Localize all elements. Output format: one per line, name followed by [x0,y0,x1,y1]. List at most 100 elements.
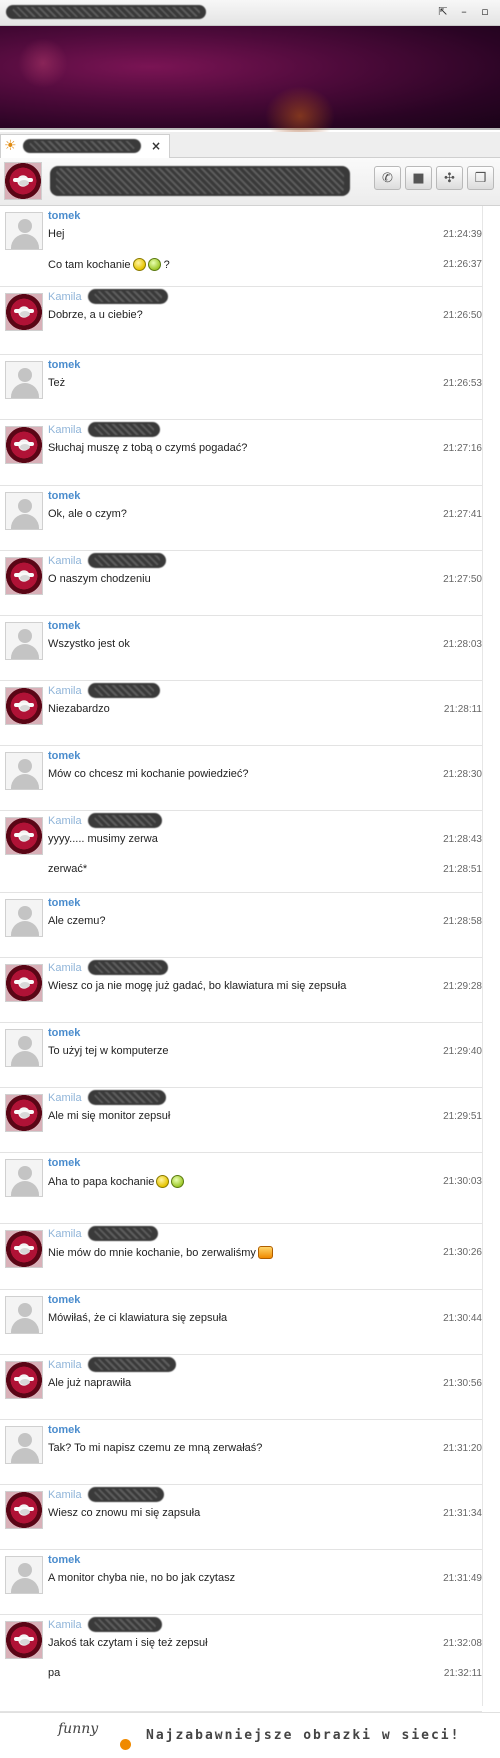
sender-name: tomek [48,620,81,632]
exclamation-emoticon-icon [257,1246,273,1259]
message-timestamp: 21:28:03 [443,639,482,650]
kamila-avatar[interactable] [5,1361,43,1399]
tomek-avatar[interactable] [5,622,43,660]
status-sun-icon: ☀ [4,138,17,154]
tomek-avatar[interactable] [5,492,43,530]
redacted-surname [88,813,162,828]
tomek-avatar[interactable] [5,1159,43,1197]
kamila-avatar[interactable] [5,1491,43,1529]
scrollbar-track[interactable] [482,206,500,1706]
message-timestamp: 21:29:28 [443,981,482,992]
sender-name: tomek [48,1294,81,1306]
sender-name: tomek [48,359,81,371]
kamila-avatar[interactable] [5,426,43,464]
message-group: tomek Ale czemu? 21:28:58 [0,893,482,958]
sender-name: Kamila [48,1489,82,1501]
message-timestamp: 21:31:20 [443,1443,482,1454]
sender-name: Kamila [48,1359,82,1371]
tab-close-button[interactable]: × [151,139,161,153]
close-window-button[interactable]: ▫ [478,5,492,19]
redacted-surname [88,1357,176,1372]
message-timestamp: 21:27:50 [443,574,482,585]
gift-button[interactable]: ❒ [467,166,494,190]
message-group: tomek Aha to papa kochanie 21:30:03 [0,1153,482,1224]
kamila-avatar[interactable] [5,557,43,595]
message-group: tomek Mów co chcesz mi kochanie powiedzie… [0,746,482,811]
message-text: Nie mów do mnie kochanie, bo zerwaliśmy [48,1246,273,1259]
tomek-avatar[interactable] [5,1029,43,1067]
message-text: Aha to papa kochanie [48,1175,185,1188]
redacted-surname [88,960,168,975]
tab-conversation[interactable]: ☀ × [0,134,170,158]
kamila-avatar[interactable] [5,817,43,855]
redacted-surname [88,1090,166,1105]
sender-name: tomek [48,1027,81,1039]
sender-name: tomek [48,1424,81,1436]
restore-icon[interactable]: ⇱ [436,5,450,19]
message-timestamp: 21:24:39 [443,229,482,240]
tomek-avatar[interactable] [5,1426,43,1464]
tomek-avatar[interactable] [5,1296,43,1334]
message-text: To użyj tej w komputerze [48,1045,169,1057]
message-group: tomek A monitor chyba nie, no bo jak czyt… [0,1550,482,1615]
redacted-surname [88,1226,158,1241]
message-timestamp: 21:30:26 [443,1247,482,1258]
message-timestamp: 21:30:56 [443,1378,482,1389]
message-text: Ok, ale o czym? [48,508,127,520]
message-text: Co tam kochanie ? [48,258,170,271]
contact-actions: ✆ ■ ✣ ❒ [374,166,494,190]
message-text: Ale czemu? [48,915,106,927]
message-timestamp: 21:32:08 [443,1638,482,1649]
kamila-avatar[interactable] [5,964,43,1002]
gift-icon: ❒ [474,170,487,186]
message-group: Kamila Wiesz co znowu mi się zapsuła 21:31… [0,1485,482,1550]
kamila-avatar[interactable] [5,1094,43,1132]
minimize-button[interactable]: – [457,5,471,19]
tomek-avatar[interactable] [5,1556,43,1594]
message-group: tomek To użyj tej w komputerze 21:29:40 [0,1023,482,1088]
message-timestamp: 21:28:11 [443,704,482,715]
message-text: Mówiłaś, że ci klawiatura się zepsuła [48,1312,228,1324]
redacted-surname [88,1487,164,1502]
tomek-avatar[interactable] [5,899,43,937]
message-text: Tak? To mi napisz czemu ze mną zerwałaś? [48,1442,263,1454]
sender-name: Kamila [48,555,82,567]
game-button[interactable]: ✣ [436,166,463,190]
message-group: Kamila Ale mi się monitor zepsuł 21:29:51 [0,1088,482,1153]
phone-button[interactable]: ✆ [374,166,401,190]
sender-name: Kamila [48,685,82,697]
message-text: Jakoś tak czytam i się też zepsuł [48,1637,208,1649]
smiley-emoticon-icon [147,258,161,271]
message-group: tomek Mówiłaś, że ci klawiatura się zepsu… [0,1290,482,1355]
kamila-avatar[interactable] [5,293,43,331]
tomek-avatar[interactable] [5,752,43,790]
message-timestamp: 21:28:43 [443,834,482,845]
sender-name: Kamila [48,291,82,303]
tomek-avatar[interactable] [5,361,43,399]
message-text: A monitor chyba nie, no bo jak czytasz [48,1572,236,1584]
message-text: zerwać* [48,863,88,875]
message-timestamp: 21:26:50 [443,310,482,321]
window-controls: ⇱ – ▫ [436,5,492,19]
redacted-surname [88,1617,162,1632]
kamila-avatar[interactable] [5,687,43,725]
video-button[interactable]: ■ [405,166,432,190]
message-text: Wszystko jest ok [48,638,130,650]
message-timestamp: 21:28:51 [443,864,482,875]
message-text: Wiesz co znowu mi się zapsuła [48,1507,201,1519]
message-group: tomek Tak? To mi napisz czemu ze mną zerw… [0,1420,482,1485]
redacted-window-title [6,5,206,19]
message-timestamp: 21:30:44 [443,1313,482,1324]
sender-name: tomek [48,490,81,502]
sender-name: Kamila [48,962,82,974]
message-timestamp: 21:29:51 [443,1111,482,1122]
message-group: tomek Ok, ale o czym? 21:27:41 [0,486,482,551]
kamila-avatar[interactable] [5,1230,43,1268]
tomek-avatar[interactable] [5,212,43,250]
smiley-emoticon-icon [132,258,146,271]
conversation-tabs: ☀ × [0,132,500,158]
message-text: Wiesz co ja nie mogę już gadać, bo klawi… [48,980,347,992]
message-group: Kamila Wiesz co ja nie mogę już gadać, bo… [0,958,482,1023]
message-timestamp: 21:27:41 [443,509,482,520]
kamila-avatar[interactable] [5,1621,43,1659]
